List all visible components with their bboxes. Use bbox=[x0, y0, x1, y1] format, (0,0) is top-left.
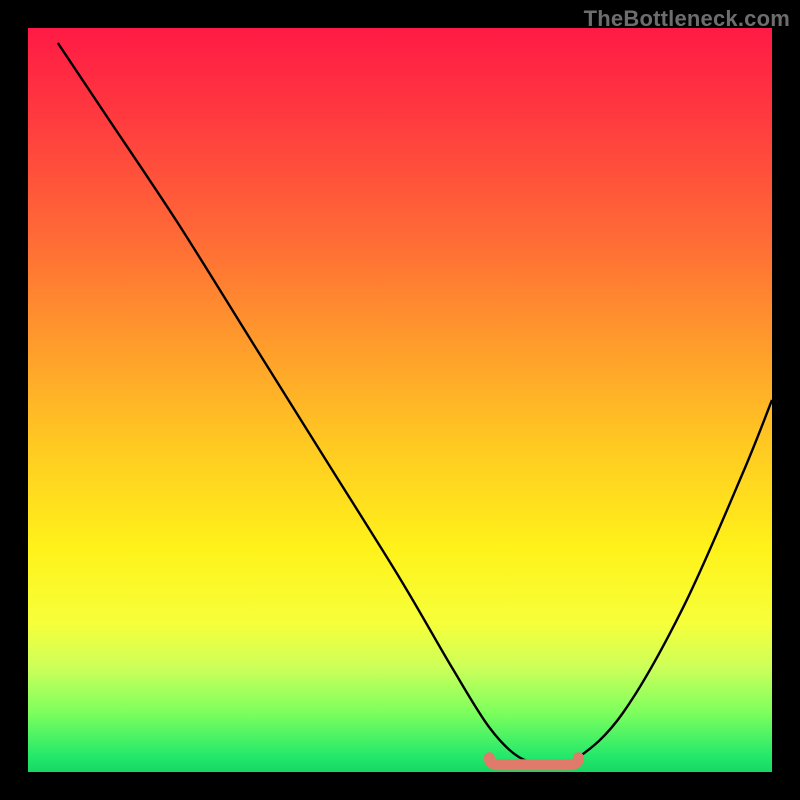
plot-area bbox=[28, 28, 772, 772]
optimal-band-marker bbox=[489, 758, 578, 765]
watermark-text: TheBottleneck.com bbox=[584, 6, 790, 32]
bottleneck-curve-line bbox=[58, 43, 772, 765]
chart-frame: TheBottleneck.com bbox=[0, 0, 800, 800]
chart-svg bbox=[28, 28, 772, 772]
